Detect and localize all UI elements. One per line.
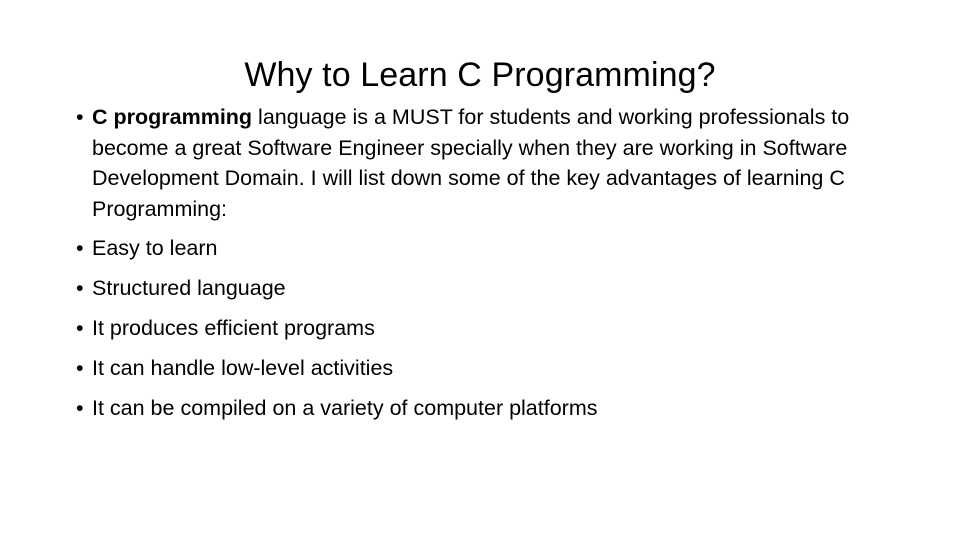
list-item: • It can be compiled on a variety of com… — [70, 393, 870, 424]
list-item-label: It can be compiled on a variety of compu… — [92, 396, 598, 420]
slide: Why to Learn C Programming? • C programm… — [0, 0, 960, 540]
bullet-point-icon: • — [76, 236, 84, 260]
bullet-list: • C programming language is a MUST for s… — [70, 102, 870, 424]
list-item: • Easy to learn — [70, 233, 870, 264]
list-item-label: Structured language — [92, 276, 286, 300]
list-item-label: It can handle low-level activities — [92, 356, 394, 380]
list-item: • It can handle low-level activities — [70, 353, 870, 384]
list-item-lead-bold: C programming — [92, 105, 253, 129]
list-item: • It produces efficient programs — [70, 313, 870, 344]
bullet-point-icon: • — [76, 316, 84, 340]
list-item: • C programming language is a MUST for s… — [70, 102, 870, 224]
bullet-point-icon: • — [76, 276, 84, 300]
bullet-point-icon: • — [76, 105, 84, 129]
page-title: Why to Learn C Programming? — [244, 55, 716, 94]
bullet-point-icon: • — [76, 356, 84, 380]
bullet-point-icon: • — [76, 396, 84, 420]
list-item-label: It produces efficient programs — [92, 316, 375, 340]
list-item: • Structured language — [70, 273, 870, 304]
list-item-label: Easy to learn — [92, 236, 218, 260]
